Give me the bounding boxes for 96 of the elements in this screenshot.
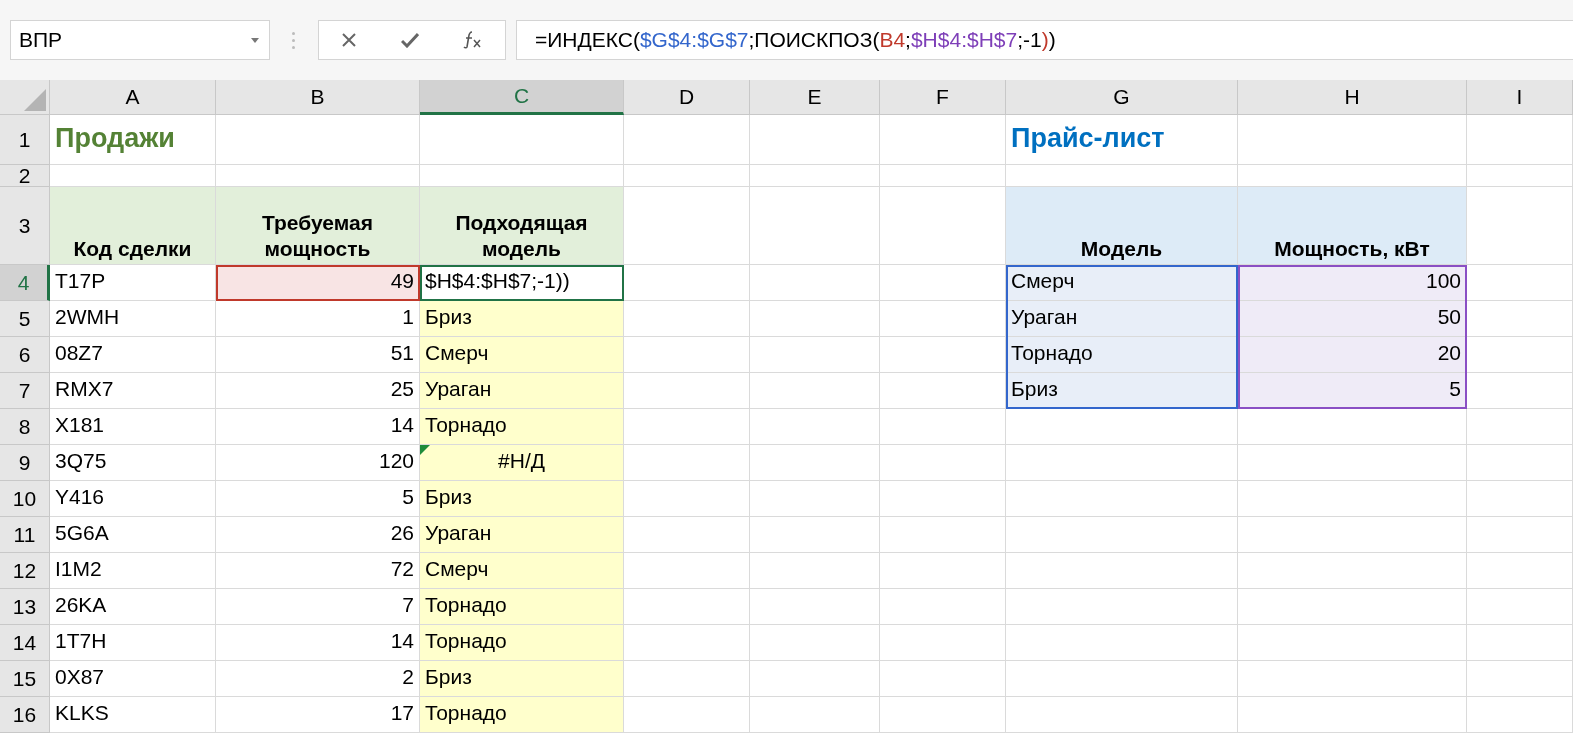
formula-text: ;-1 <box>1017 28 1042 52</box>
row-heading[interactable]: 13 <box>0 589 50 625</box>
formula-text: $G$4:$G$7 <box>639 28 749 52</box>
formula-text: =ИНДЕКС( <box>535 28 640 52</box>
formula-text: B4 <box>879 28 906 52</box>
select-all-icon[interactable] <box>24 89 46 111</box>
table-cell[interactable]: 08Z7 <box>50 337 216 373</box>
table-cell[interactable]: 3Q75 <box>50 445 216 481</box>
row-heading[interactable]: 10 <box>0 481 50 517</box>
table-cell[interactable]: 120 <box>216 445 420 481</box>
table-cell[interactable]: 17 <box>216 697 420 733</box>
table-cell[interactable]: 14 <box>216 409 420 445</box>
row-heading[interactable]: 8 <box>0 409 50 445</box>
column-heading[interactable]: I <box>1467 80 1573 115</box>
table-cell[interactable]: 50 <box>1238 301 1467 337</box>
table-cell[interactable]: 5 <box>1238 373 1467 409</box>
table-cell[interactable]: Ураган <box>420 373 624 409</box>
column-heading[interactable]: D <box>624 80 750 115</box>
function-icon <box>463 31 483 49</box>
row-heading[interactable]: 5 <box>0 301 50 337</box>
table-cell[interactable]: Торнадо <box>1006 337 1238 373</box>
table-cell[interactable]: 20 <box>1238 337 1467 373</box>
column-heading[interactable]: A <box>50 80 216 115</box>
table-cell[interactable]: KLKS <box>50 697 216 733</box>
table-cell[interactable]: Торнадо <box>420 625 624 661</box>
table-cell[interactable]: Смерч <box>420 553 624 589</box>
table-cell[interactable]: Ураган <box>420 517 624 553</box>
drag-handle-icon[interactable] <box>292 31 296 49</box>
table-cell[interactable]: Смерч <box>420 337 624 373</box>
table-cell[interactable]: Торнадо <box>420 409 624 445</box>
row-heading[interactable]: 14 <box>0 625 50 661</box>
row-heading[interactable]: 6 <box>0 337 50 373</box>
table-cell[interactable]: 26KA <box>50 589 216 625</box>
row-heading[interactable]: 15 <box>0 661 50 697</box>
table-cell[interactable]: 100 <box>1238 265 1467 301</box>
column-heading[interactable]: E <box>750 80 880 115</box>
name-box-value: ВПР <box>19 28 63 52</box>
column-header-cell[interactable]: Модель <box>1006 187 1238 265</box>
checkmark-icon <box>401 32 419 48</box>
dropdown-caret-icon[interactable] <box>251 37 259 43</box>
table-cell[interactable]: 1T7H <box>50 625 216 661</box>
formula-text: ;ПОИСКПОЗ( <box>748 28 880 52</box>
table-cell[interactable]: I1M2 <box>50 553 216 589</box>
table-cell[interactable]: Торнадо <box>420 589 624 625</box>
table-cell[interactable]: X181 <box>50 409 216 445</box>
row-heading[interactable]: 7 <box>0 373 50 409</box>
table-cell[interactable]: 1 <box>216 301 420 337</box>
sheet-title[interactable]: Продажи <box>50 115 216 165</box>
row-heading[interactable]: 1 <box>0 115 50 165</box>
error-value: #Н/Д <box>498 448 545 475</box>
table-cell[interactable]: Бриз <box>1006 373 1238 409</box>
formula-text: ; <box>905 28 911 52</box>
column-header-cell[interactable]: Требуемая мощность <box>216 187 420 265</box>
table-cell[interactable]: 5G6A <box>50 517 216 553</box>
close-icon <box>341 32 357 48</box>
table-cell[interactable]: 5 <box>216 481 420 517</box>
formula-text: ) <box>1041 28 1049 52</box>
column-heading[interactable]: C <box>420 80 624 115</box>
row-heading[interactable]: 9 <box>0 445 50 481</box>
table-cell[interactable]: Бриз <box>420 661 624 697</box>
table-cell[interactable]: 2 <box>216 661 420 697</box>
table-cell[interactable]: Бриз <box>420 301 624 337</box>
column-header-cell[interactable]: Подходящая модель <box>420 187 624 265</box>
table-cell[interactable]: 26 <box>216 517 420 553</box>
name-box[interactable]: ВПР <box>10 20 270 60</box>
table-cell[interactable]: Ураган <box>1006 301 1238 337</box>
column-header-cell[interactable]: Мощность, кВт <box>1238 187 1467 265</box>
formula-bar[interactable]: =ИНДЕКС($G$4:$G$7;ПОИСКПОЗ(B4;$H$4:$H$7;-1)) <box>516 20 1573 60</box>
column-header-cell[interactable]: Код сделки <box>50 187 216 265</box>
table-cell[interactable]: 72 <box>216 553 420 589</box>
column-heading[interactable]: G <box>1006 80 1238 115</box>
table-cell[interactable]: 2WMH <box>50 301 216 337</box>
table-cell[interactable]: Бриз <box>420 481 624 517</box>
table-cell[interactable]: Торнадо <box>420 697 624 733</box>
error-cell[interactable]: #Н/Д <box>420 445 624 481</box>
column-heading[interactable]: B <box>216 80 420 115</box>
row-heading[interactable]: 11 <box>0 517 50 553</box>
table-cell[interactable]: T17P <box>50 265 216 301</box>
row-heading[interactable]: 2 <box>0 165 50 187</box>
formula-text: ) <box>1048 28 1056 52</box>
row-heading[interactable]: 3 <box>0 187 50 265</box>
row-heading[interactable]: 4 <box>0 265 50 301</box>
table-cell[interactable]: 14 <box>216 625 420 661</box>
table-cell[interactable]: RMX7 <box>50 373 216 409</box>
table-cell[interactable]: 0X87 <box>50 661 216 697</box>
row-heading[interactable]: 12 <box>0 553 50 589</box>
table-cell[interactable]: 51 <box>216 337 420 373</box>
table-cell[interactable]: 25 <box>216 373 420 409</box>
column-heading[interactable]: H <box>1238 80 1467 115</box>
table-cell[interactable]: Y416 <box>50 481 216 517</box>
sheet-title[interactable]: Прайс-лист <box>1006 115 1238 165</box>
formula-text: $H$4:$H$7 <box>910 28 1018 52</box>
table-cell[interactable]: 7 <box>216 589 420 625</box>
table-cell[interactable]: Смерч <box>1006 265 1238 301</box>
row-heading[interactable]: 16 <box>0 697 50 733</box>
column-heading[interactable]: F <box>880 80 1006 115</box>
